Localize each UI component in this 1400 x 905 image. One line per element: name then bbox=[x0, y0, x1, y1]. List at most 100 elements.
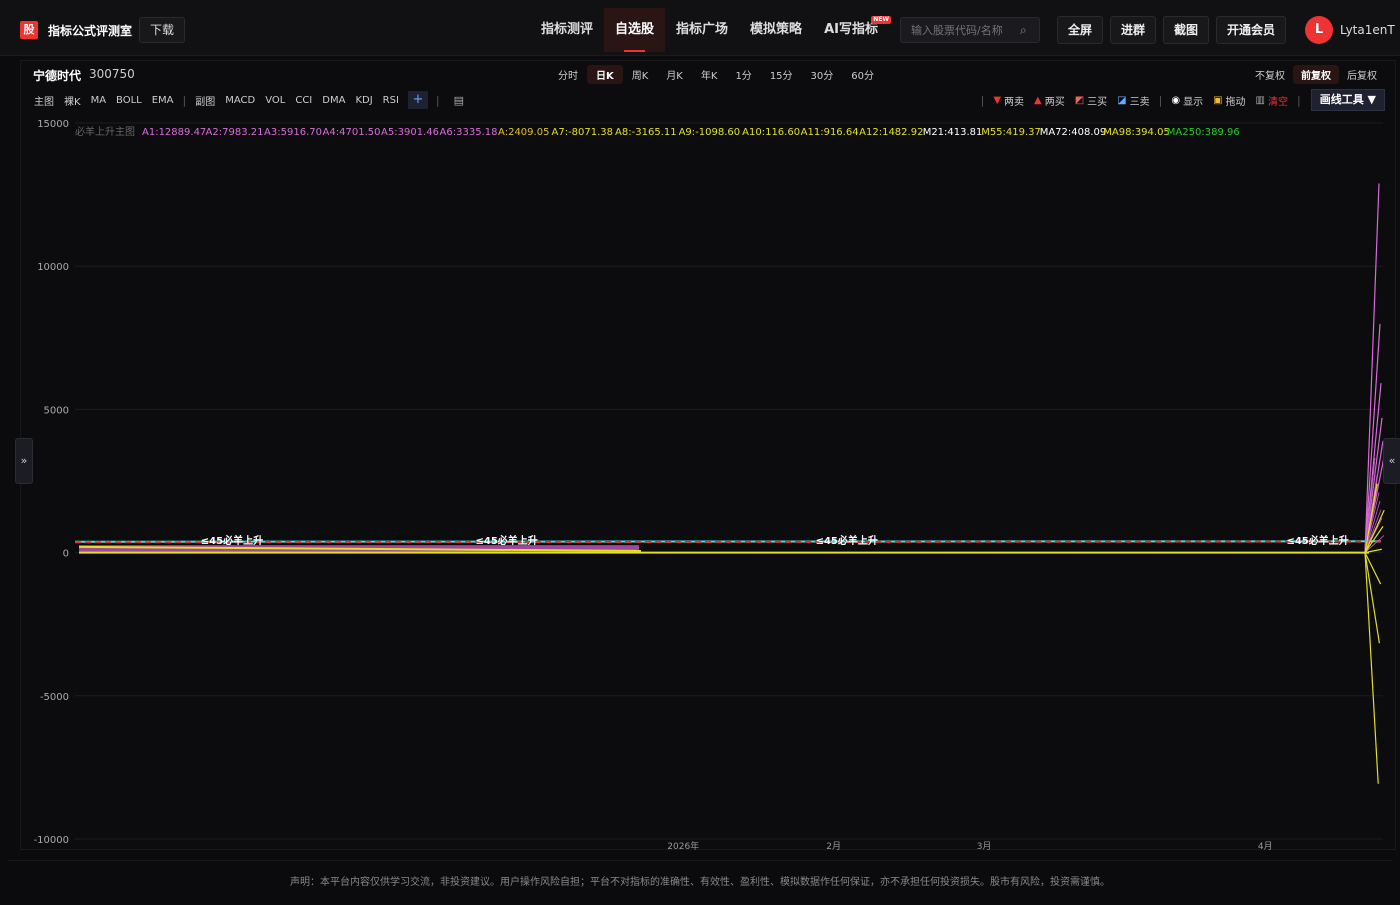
tab-period-intraday[interactable]: 分时 bbox=[549, 65, 587, 84]
indicator-boll[interactable]: BOLL bbox=[111, 95, 147, 106]
legend-entry: A6:3335.18 bbox=[440, 127, 498, 138]
divider: | bbox=[179, 94, 191, 107]
tab-period-monthly[interactable]: 月K bbox=[657, 65, 692, 84]
legend-entry: A11:916.64 bbox=[801, 127, 859, 138]
indicator-sub-chart[interactable]: 副图 bbox=[190, 93, 220, 108]
drag-button[interactable]: ▣拖动 bbox=[1208, 93, 1250, 108]
indicator-ma[interactable]: MA bbox=[86, 95, 111, 106]
fullscreen-button[interactable]: 全屏 bbox=[1057, 16, 1103, 44]
new-badge: NEW bbox=[871, 16, 891, 24]
legend-entry: A3:5916.70 bbox=[264, 127, 322, 138]
nav-item-eval[interactable]: 指标测评 bbox=[530, 8, 604, 52]
indicator-naked-k[interactable]: 裸K bbox=[59, 93, 86, 108]
legend-entry: A9:-1098.60 bbox=[679, 127, 741, 138]
annotation-label: ≤45必羊上升 bbox=[1286, 534, 1348, 547]
indicator-cci[interactable]: CCI bbox=[290, 95, 317, 106]
show-button[interactable]: ◉显示 bbox=[1166, 93, 1208, 108]
divider: | bbox=[432, 94, 444, 107]
divider: | bbox=[1155, 94, 1167, 107]
indicator-toolbar: 主图 裸K MA BOLL EMA | 副图 MACD VOL CCI DMA … bbox=[29, 91, 474, 109]
save-icon[interactable]: ▤ bbox=[444, 94, 474, 107]
annotation-label: ≤45必羊上升 bbox=[475, 534, 537, 547]
indicator-ema[interactable]: EMA bbox=[147, 95, 179, 106]
x-tick-label: 2月 bbox=[826, 841, 841, 851]
annotation-label: ≤45必羊上升 bbox=[816, 534, 878, 547]
legend-entry: A1:12889.47 bbox=[142, 127, 206, 138]
drawing-tool-dropdown[interactable]: 画线工具 ▼ bbox=[1311, 89, 1385, 111]
search-icon[interactable]: ⌕ bbox=[1020, 23, 1027, 38]
y-tick-label: 10000 bbox=[37, 262, 69, 273]
indicator-vol[interactable]: VOL bbox=[260, 95, 290, 106]
lock-icon: ▣ bbox=[1213, 95, 1222, 106]
y-tick-label: -5000 bbox=[40, 692, 69, 703]
nav-item-watchlist[interactable]: 自选股 bbox=[604, 8, 665, 52]
indicator-kdj[interactable]: KDJ bbox=[350, 95, 377, 106]
nav-item-square[interactable]: 指标广场 bbox=[665, 8, 739, 52]
stock-search-input[interactable] bbox=[900, 17, 1040, 43]
logo-icon: 股 bbox=[20, 21, 38, 39]
join-group-button[interactable]: 进群 bbox=[1110, 16, 1156, 44]
tab-adjust-none[interactable]: 不复权 bbox=[1247, 65, 1293, 84]
avatar[interactable]: L bbox=[1305, 16, 1333, 44]
x-tick-label: 2026年 bbox=[667, 840, 699, 851]
y-tick-label: -10000 bbox=[34, 835, 69, 846]
legend-entry: MA250:389.96 bbox=[1167, 127, 1240, 138]
add-indicator-button[interactable]: + bbox=[408, 91, 428, 109]
divider: | bbox=[977, 94, 989, 107]
chart-panel: 宁德时代 300750 分时 日K 周K 月K 年K 1分 15分 30分 60… bbox=[20, 60, 1396, 850]
two-sell-button[interactable]: ▼两卖 bbox=[988, 93, 1029, 108]
legend-entry: A4:4701.50 bbox=[323, 127, 381, 138]
tab-adjust-backward[interactable]: 后复权 bbox=[1339, 65, 1385, 84]
spike-line-yellow bbox=[1365, 553, 1378, 784]
nav-item-strategy[interactable]: 模拟策略 bbox=[739, 8, 813, 52]
legend-title: 必羊上升主图 bbox=[75, 125, 135, 138]
legend-entry: A2:7983.21 bbox=[206, 127, 264, 138]
legend-entry: A7:-8071.38 bbox=[552, 127, 614, 138]
tab-period-60min[interactable]: 60分 bbox=[842, 65, 883, 84]
x-tick-label: 3月 bbox=[977, 841, 992, 851]
top-bar: 股 指标公式评测室 下载 指标测评 自选股 指标广场 模拟策略 AI写指标NEW… bbox=[0, 0, 1400, 56]
three-sell-button[interactable]: ◪三卖 bbox=[1112, 93, 1154, 108]
clear-button[interactable]: ▥清空 bbox=[1251, 93, 1293, 108]
drawing-toolbar: | ▼两卖 ▲两买 ◩三买 ◪三卖 | ◉显示 ▣拖动 ▥清空 | 画线工具 ▼ bbox=[977, 89, 1385, 111]
legend-entry: M55:419.37 bbox=[981, 127, 1041, 138]
legend-entry: A8:-3165.11 bbox=[615, 127, 677, 138]
download-button[interactable]: 下载 bbox=[139, 17, 185, 43]
annotation-label: ≤45必羊上升 bbox=[201, 534, 263, 547]
main-chart[interactable]: 150001000050000-5000-100002026年2月3月4月必羊上… bbox=[21, 115, 1397, 851]
legend-entry: MA72:408.09 bbox=[1040, 127, 1107, 138]
tab-period-1min[interactable]: 1分 bbox=[726, 65, 760, 84]
app-title: 指标公式评测室 bbox=[48, 22, 132, 39]
legend-entry: MA98:394.05 bbox=[1103, 127, 1170, 138]
vip-button[interactable]: 开通会员 bbox=[1216, 16, 1286, 44]
adjust-tabs: 不复权 前复权 后复权 bbox=[1247, 65, 1385, 84]
tab-period-30min[interactable]: 30分 bbox=[802, 65, 843, 84]
left-collapse-button[interactable]: » bbox=[15, 438, 33, 484]
tab-period-weekly[interactable]: 周K bbox=[623, 65, 658, 84]
legend-entry: A5:3901.46 bbox=[381, 127, 439, 138]
legend-entry: M21:413.81 bbox=[923, 127, 983, 138]
username[interactable]: Lyta1enT bbox=[1340, 23, 1395, 37]
legend-entry: A:2409.05 bbox=[498, 127, 549, 138]
chart-svg[interactable]: 150001000050000-5000-100002026年2月3月4月必羊上… bbox=[21, 115, 1397, 851]
three-buy-button[interactable]: ◩三买 bbox=[1070, 93, 1112, 108]
two-buy-button[interactable]: ▲两买 bbox=[1029, 93, 1070, 108]
main-nav: 指标测评 自选股 指标广场 模拟策略 AI写指标NEW bbox=[530, 8, 889, 52]
stock-code: 300750 bbox=[89, 67, 135, 81]
indicator-dma[interactable]: DMA bbox=[317, 95, 350, 106]
tab-adjust-forward[interactable]: 前复权 bbox=[1293, 65, 1339, 84]
nav-item-ai-indicator[interactable]: AI写指标NEW bbox=[813, 8, 889, 52]
screenshot-button[interactable]: 截图 bbox=[1163, 16, 1209, 44]
tab-period-yearly[interactable]: 年K bbox=[692, 65, 727, 84]
right-collapse-button[interactable]: « bbox=[1383, 438, 1400, 484]
indicator-main-chart[interactable]: 主图 bbox=[29, 93, 59, 108]
y-tick-label: 0 bbox=[63, 549, 69, 560]
series-line-ma-red bbox=[75, 542, 1381, 543]
tab-period-15min[interactable]: 15分 bbox=[761, 65, 802, 84]
indicator-macd[interactable]: MACD bbox=[220, 95, 260, 106]
legend-entry: A12:1482.92 bbox=[859, 127, 923, 138]
x-tick-label: 4月 bbox=[1258, 841, 1273, 851]
disclaimer: 声明：本平台内容仅供学习交流，非投资建议。用户操作风险自担；平台不对指标的准确性… bbox=[8, 860, 1392, 900]
indicator-rsi[interactable]: RSI bbox=[378, 95, 404, 106]
tab-period-daily[interactable]: 日K bbox=[587, 65, 623, 84]
